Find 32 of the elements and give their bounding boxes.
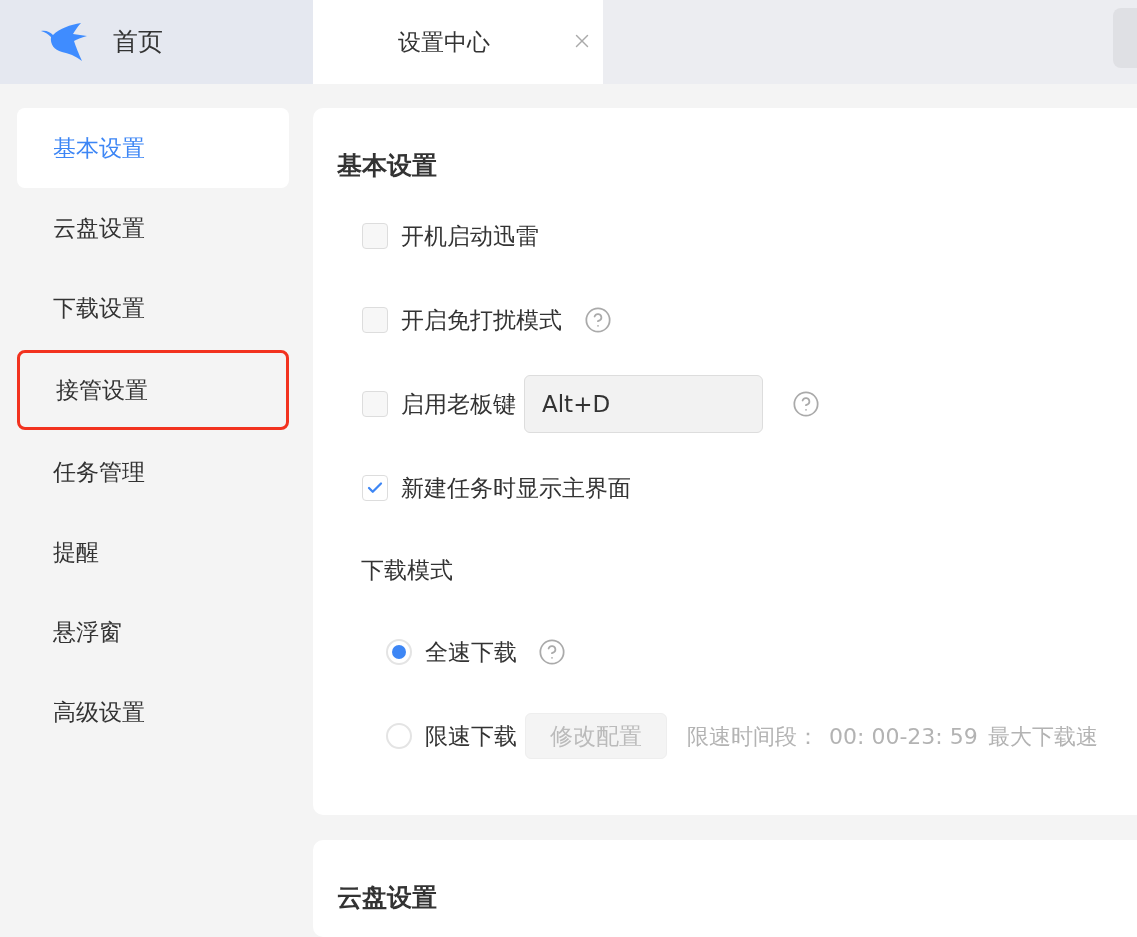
section-title: 基本设置: [337, 152, 437, 182]
help-icon[interactable]: [584, 306, 612, 334]
download-mode-label: 下载模式: [361, 555, 453, 585]
help-icon[interactable]: [538, 638, 566, 666]
hotkey-field[interactable]: Alt+D: [524, 375, 763, 433]
section-title: 云盘设置: [337, 884, 437, 912]
checkbox[interactable]: [362, 223, 388, 249]
checkbox[interactable]: [362, 391, 388, 417]
checkbox-label: 开机启动迅雷: [401, 221, 539, 251]
radio-label: 全速下载: [425, 637, 517, 667]
radio-button[interactable]: [386, 639, 412, 665]
sidebar-item[interactable]: 下载设置: [17, 268, 289, 348]
radio-button[interactable]: [386, 723, 412, 749]
radio-label: 限速下载: [425, 721, 517, 751]
checkbox-label: 开启免打扰模式: [401, 305, 562, 335]
limit-note: 00: 00-23: 59: [829, 722, 978, 751]
sidebar-item[interactable]: 提醒: [17, 512, 289, 592]
checkbox-label: 启用老板键: [401, 389, 516, 419]
sidebar-item[interactable]: 基本设置: [17, 108, 289, 188]
help-icon[interactable]: [792, 390, 820, 418]
sidebar-item[interactable]: 接管设置: [17, 350, 289, 430]
limit-note: 最大下载速: [987, 722, 1098, 751]
sidebar-item[interactable]: 悬浮窗: [17, 592, 289, 672]
limit-note: 限速时间段：: [687, 722, 819, 751]
sidebar-item[interactable]: 任务管理: [17, 432, 289, 512]
home-tab[interactable]: 首页: [0, 0, 313, 84]
tab[interactable]: 设置中心: [313, 0, 603, 84]
checkbox[interactable]: [362, 307, 388, 333]
sidebar-item[interactable]: 云盘设置: [17, 188, 289, 268]
sidebar-item[interactable]: 高级设置: [17, 672, 289, 752]
checkbox-label: 新建任务时显示主界面: [401, 473, 631, 503]
checkbox[interactable]: [362, 475, 388, 501]
